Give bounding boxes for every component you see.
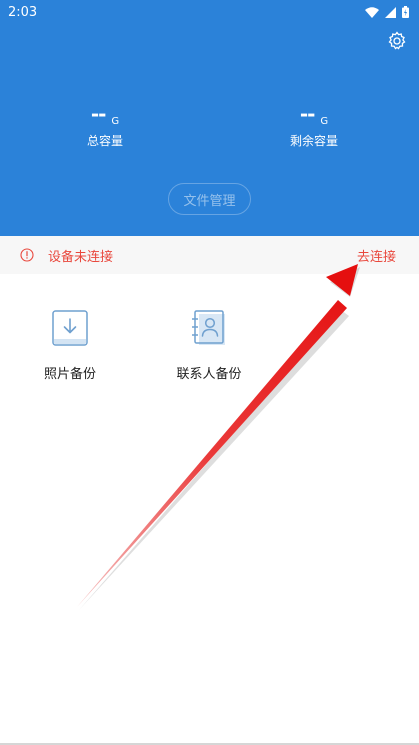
remaining-capacity-number: -- [299, 102, 316, 126]
file-manage-button[interactable]: 文件管理 [168, 183, 251, 215]
photo-backup-tile[interactable]: 照片备份 [15, 308, 125, 382]
photo-download-icon [52, 310, 88, 346]
total-capacity-number: -- [90, 102, 107, 126]
remaining-capacity-value: -- G [254, 102, 374, 127]
total-capacity-label: 总容量 [86, 134, 123, 148]
total-capacity: -- G 总容量 [45, 104, 165, 149]
device-not-connected-text: 设备未连接 [48, 249, 114, 265]
total-capacity-unit: G [111, 116, 120, 127]
remaining-capacity: -- G 剩余容量 [254, 104, 374, 149]
warning-icon [20, 248, 34, 262]
contact-book-icon [192, 310, 225, 345]
battery-icon [402, 6, 409, 18]
wifi-icon [365, 6, 379, 18]
gear-icon[interactable] [387, 31, 407, 51]
total-capacity-value: -- G [45, 102, 165, 127]
remaining-capacity-label: 剩余容量 [289, 134, 338, 148]
status-icons [365, 6, 409, 18]
status-bar: 2:03 [0, 0, 419, 24]
photo-backup-label: 照片备份 [43, 367, 96, 382]
storage-header: 2:03 -- G 总容量 -- G 剩余容量 文件管理 [0, 0, 419, 236]
contact-backup-label: 联系人备份 [176, 367, 242, 382]
contact-backup-tile[interactable]: 联系人备份 [154, 308, 264, 382]
signal-icon [385, 6, 396, 18]
connect-link[interactable]: 去连接 [357, 246, 396, 265]
remaining-capacity-unit: G [320, 116, 329, 127]
status-time: 2:03 [8, 4, 38, 20]
connection-notice: 设备未连接 去连接 [0, 236, 419, 274]
